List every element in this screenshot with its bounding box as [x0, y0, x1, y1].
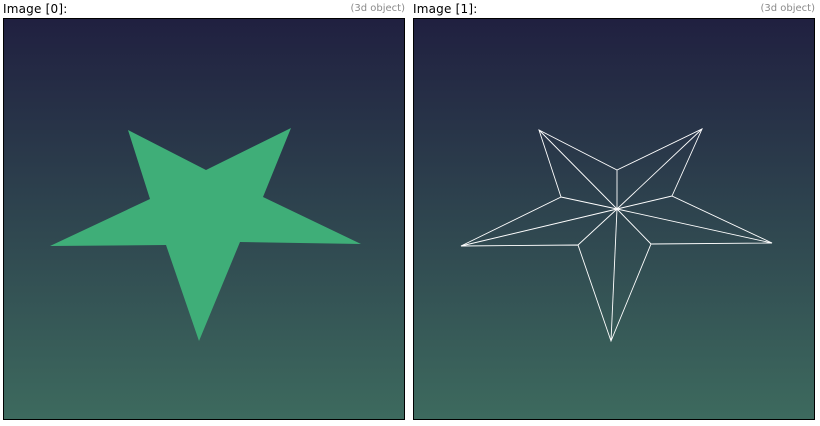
- solid-star-canvas: [50, 128, 361, 341]
- panel-header: Image [1]: (3d object): [413, 0, 815, 18]
- wireframe-star-canvas: [460, 128, 773, 343]
- solid-star-shape: [50, 128, 361, 341]
- panel-title: Image [0]:: [3, 2, 68, 16]
- object-type-tag: (3d object): [760, 3, 815, 14]
- wireframe-star-edges: [460, 128, 773, 342]
- 3d-viewport-wireframe[interactable]: [413, 18, 815, 420]
- panel-title: Image [1]:: [413, 2, 478, 16]
- image-panel-0: Image [0]: (3d object): [3, 0, 405, 424]
- image-panel-1: Image [1]: (3d object): [413, 0, 815, 424]
- object-type-tag: (3d object): [350, 3, 405, 14]
- panel-header: Image [0]: (3d object): [3, 0, 405, 18]
- 3d-viewport-solid[interactable]: [3, 18, 405, 420]
